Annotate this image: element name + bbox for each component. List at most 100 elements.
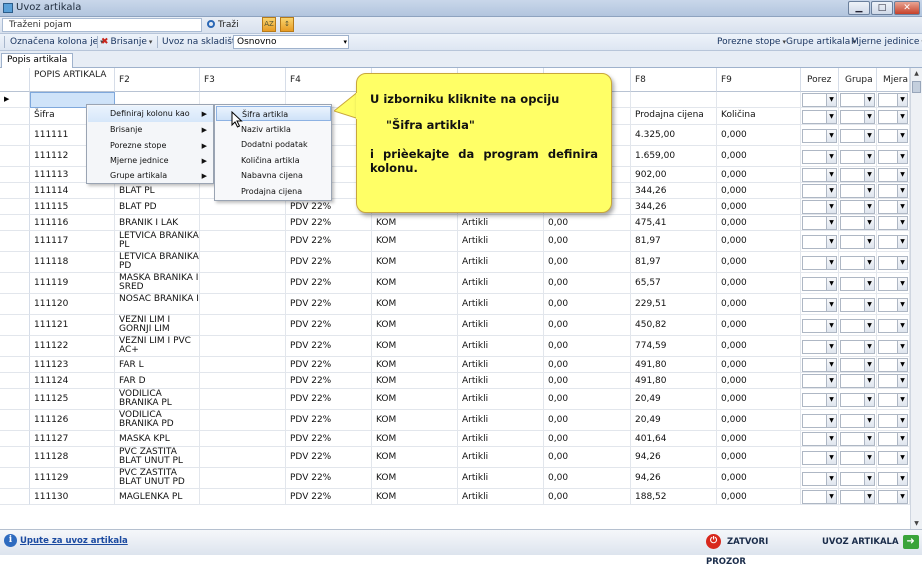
table-cell[interactable]: Artikli [458, 468, 544, 489]
grupa-dropdown[interactable]: ▼ [840, 490, 875, 504]
grupa-dropdown[interactable]: ▼ [840, 93, 875, 107]
submenu-item-kolicina-artikla[interactable]: Količina artikla [216, 153, 331, 168]
table-cell[interactable]: 0,000 [717, 215, 801, 231]
grupa-dropdown[interactable]: ▼ [840, 184, 875, 198]
units-menu[interactable]: Mjerne jedinice▾ [851, 37, 922, 47]
table-cell[interactable]: 902,00 [631, 167, 717, 183]
table-cell[interactable]: Artikli [458, 252, 544, 273]
col-f8-header[interactable]: F8 [631, 68, 717, 92]
porez-dropdown[interactable]: ▼ [802, 432, 837, 446]
row-header[interactable] [0, 273, 30, 294]
marked-column-menu[interactable]: Označena kolona je ▾ [10, 37, 104, 47]
row-header[interactable] [0, 215, 30, 231]
menu-item-define-column[interactable]: Definiraj kolonu kao ▶ [88, 106, 213, 122]
table-cell[interactable]: 450,82 [631, 315, 717, 336]
table-cell[interactable]: KOM [372, 410, 458, 431]
table-cell[interactable]: Artikli [458, 315, 544, 336]
mjera-dropdown[interactable]: ▼ [878, 471, 908, 486]
table-cell[interactable]: 111123 [30, 357, 115, 373]
menu-item-item-groups[interactable]: Grupe artikala ▶ [88, 168, 213, 184]
table-cell[interactable]: VODILICA BRANIKA PL [115, 389, 200, 410]
mjera-dropdown[interactable]: ▼ [878, 184, 908, 198]
porez-dropdown[interactable]: ▼ [802, 450, 837, 465]
table-cell[interactable]: 491,80 [631, 357, 717, 373]
grupa-dropdown[interactable]: ▼ [840, 168, 875, 182]
table-cell[interactable] [200, 252, 286, 273]
table-cell[interactable]: KOM [372, 431, 458, 447]
table-cell[interactable]: 0,000 [717, 410, 801, 431]
table-cell[interactable]: Artikli [458, 373, 544, 389]
sort-az-button[interactable]: AZ [262, 17, 276, 32]
table-cell[interactable]: Artikli [458, 489, 544, 505]
table-cell[interactable]: PDV 22% [286, 315, 372, 336]
table-cell[interactable]: 0,000 [717, 294, 801, 315]
mjera-dropdown[interactable]: ▼ [878, 149, 908, 164]
table-cell[interactable] [200, 468, 286, 489]
table-cell[interactable]: 0,00 [544, 231, 631, 252]
table-cell[interactable]: 0,00 [544, 431, 631, 447]
tab-popis-artikala[interactable]: Popis artikala [1, 53, 74, 68]
table-cell[interactable]: 0,000 [717, 431, 801, 447]
table-cell[interactable]: 111128 [30, 447, 115, 468]
table-cell[interactable] [200, 389, 286, 410]
table-cell[interactable] [200, 231, 286, 252]
scroll-up-icon[interactable]: ▲ [911, 68, 922, 79]
table-cell[interactable]: 0,000 [717, 199, 801, 215]
table-cell[interactable] [200, 273, 286, 294]
table-cell[interactable]: 0,00 [544, 252, 631, 273]
table-cell[interactable] [200, 215, 286, 231]
porez-dropdown[interactable]: ▼ [802, 234, 837, 249]
mjera-dropdown[interactable]: ▼ [878, 358, 908, 372]
table-cell[interactable]: 20,49 [631, 410, 717, 431]
mjera-dropdown[interactable]: ▼ [878, 490, 908, 504]
table-cell[interactable]: KOM [372, 447, 458, 468]
mjera-dropdown[interactable]: ▼ [878, 432, 908, 446]
tax-rates-menu[interactable]: Porezne stope ▾ [717, 37, 786, 47]
table-cell[interactable]: 0,00 [544, 273, 631, 294]
porez-dropdown[interactable]: ▼ [802, 93, 837, 107]
table-cell[interactable]: Artikli [458, 273, 544, 294]
mjera-dropdown[interactable]: ▼ [878, 276, 908, 291]
table-cell[interactable]: 0,000 [717, 336, 801, 357]
table-cell[interactable]: 111118 [30, 252, 115, 273]
table-cell[interactable]: LETVICA BRANIKA PL [115, 231, 200, 252]
row-header[interactable] [0, 468, 30, 489]
table-cell[interactable]: 111119 [30, 273, 115, 294]
table-cell[interactable]: Artikli [458, 431, 544, 447]
porez-dropdown[interactable]: ▼ [802, 297, 837, 312]
scroll-down-icon[interactable]: ▼ [911, 518, 922, 529]
row-header[interactable] [0, 431, 30, 447]
porez-dropdown[interactable]: ▼ [802, 276, 837, 291]
row-header[interactable] [0, 294, 30, 315]
mjera-dropdown[interactable]: ▼ [878, 216, 908, 230]
table-cell[interactable]: 0,000 [717, 489, 801, 505]
search-input[interactable]: Traženi pojam [2, 18, 202, 32]
table-cell[interactable]: 81,97 [631, 252, 717, 273]
row-header[interactable] [0, 315, 30, 336]
submenu-item-prodajna-cijena[interactable]: Prodajna cijena [216, 184, 331, 199]
porez-dropdown[interactable]: ▼ [802, 149, 837, 164]
table-cell[interactable]: Artikli [458, 410, 544, 431]
row-header[interactable] [0, 199, 30, 215]
table-cell[interactable]: MASKA BRANIKA I SRED [115, 273, 200, 294]
porez-dropdown[interactable]: ▼ [802, 374, 837, 388]
grupa-dropdown[interactable]: ▼ [840, 234, 875, 249]
table-cell[interactable]: 0,00 [544, 357, 631, 373]
porez-dropdown[interactable]: ▼ [802, 490, 837, 504]
grupa-dropdown[interactable]: ▼ [840, 200, 875, 214]
grupa-dropdown[interactable]: ▼ [840, 471, 875, 486]
table-cell[interactable]: PDV 22% [286, 489, 372, 505]
table-cell[interactable]: Artikli [458, 357, 544, 373]
table-cell[interactable]: 0,00 [544, 489, 631, 505]
table-cell[interactable] [200, 336, 286, 357]
row-header[interactable] [0, 146, 30, 167]
porez-dropdown[interactable]: ▼ [802, 216, 837, 230]
table-cell[interactable]: 0,000 [717, 357, 801, 373]
table-cell[interactable]: FAR L [115, 357, 200, 373]
grupa-dropdown[interactable]: ▼ [840, 318, 875, 333]
table-cell[interactable]: 111129 [30, 468, 115, 489]
table-cell[interactable]: 401,64 [631, 431, 717, 447]
table-cell[interactable]: 111126 [30, 410, 115, 431]
mjera-dropdown[interactable]: ▼ [878, 450, 908, 465]
table-cell[interactable]: PDV 22% [286, 215, 372, 231]
